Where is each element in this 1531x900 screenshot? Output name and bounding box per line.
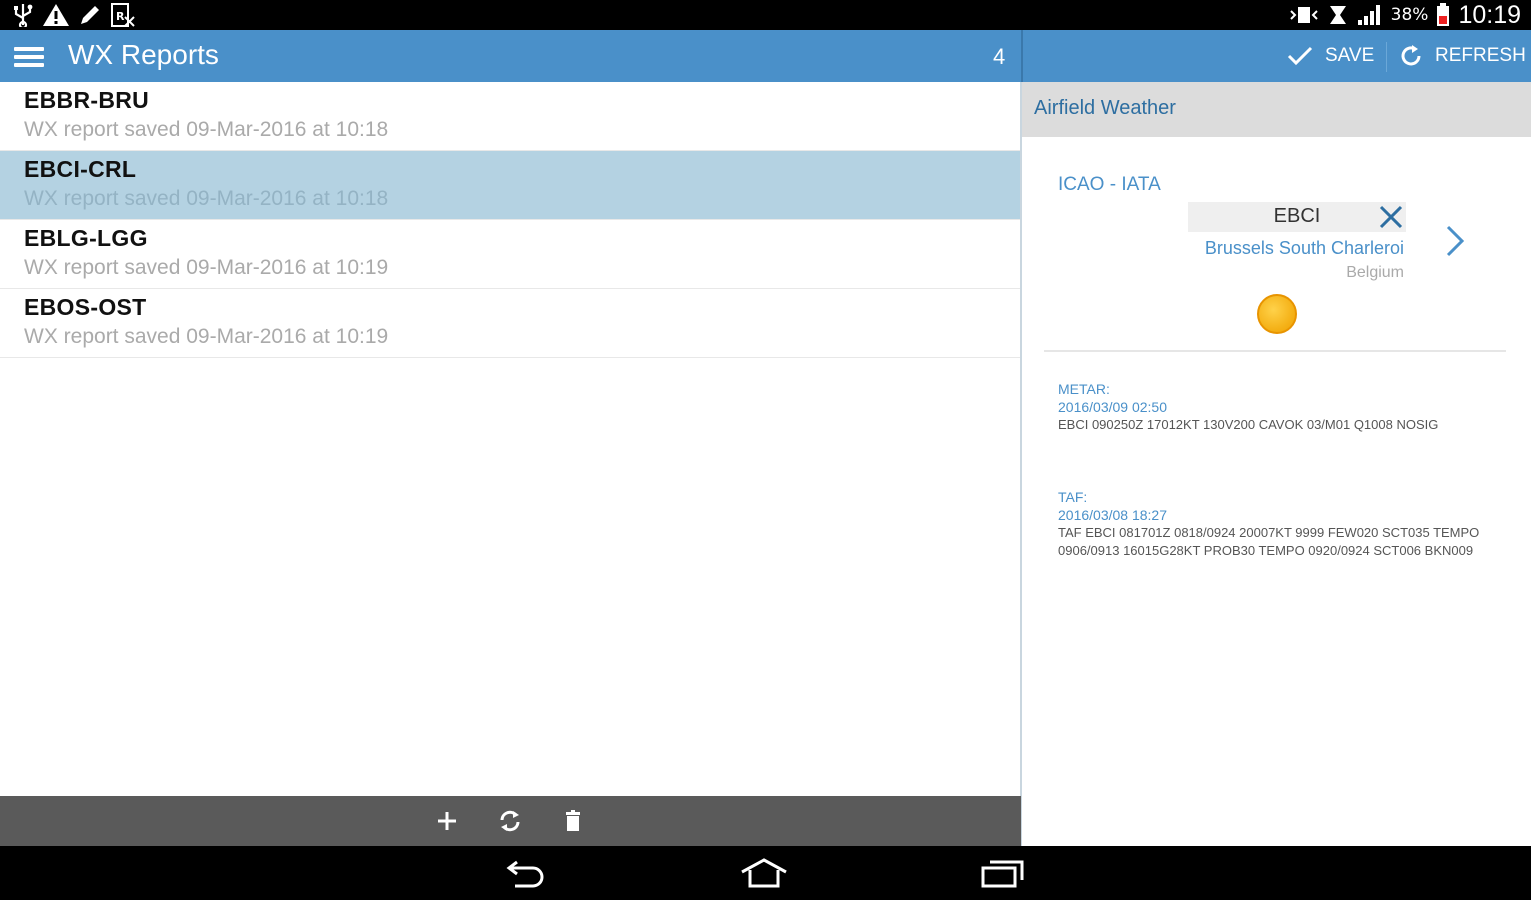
section-header: Airfield Weather <box>1022 82 1531 137</box>
section-title: Airfield Weather <box>1034 97 1176 119</box>
taf-text: TAF EBCI 081701Z 0818/0924 20007KT 9999 … <box>1058 525 1480 558</box>
report-code: EBBR-BRU <box>24 87 150 113</box>
list-item[interactable]: EBOS-OST WX report saved 09-Mar-2016 at … <box>0 289 1021 358</box>
report-list-pane: EBBR-BRU WX report saved 09-Mar-2016 at … <box>0 82 1021 796</box>
taf-block: TAF: 2016/03/08 18:27 TAF EBCI 081701Z 0… <box>1058 488 1508 560</box>
airport-country: Belgium <box>1346 264 1404 281</box>
metar-label: METAR: <box>1058 381 1110 397</box>
action-bar-divider <box>1021 30 1023 82</box>
icao-value: EBCI <box>1273 205 1321 227</box>
home-icon[interactable] <box>740 858 788 888</box>
metar-text: EBCI 090250Z 17012KT 130V200 CAVOK 03/M0… <box>1058 417 1439 432</box>
report-code: EBLG-LGG <box>24 225 148 251</box>
status-bar: R 38% 10:19 <box>0 0 1531 30</box>
back-icon[interactable] <box>503 858 547 888</box>
vibrate-icon <box>1289 7 1318 23</box>
chevron-right-icon[interactable] <box>1442 224 1470 258</box>
list-item-selected[interactable]: EBCI-CRL WX report saved 09-Mar-2016 at … <box>0 151 1021 220</box>
add-icon <box>438 812 456 830</box>
report-subtitle: WX report saved 09-Mar-2016 at 10:18 <box>24 187 389 210</box>
icao-field[interactable]: EBCI <box>1188 202 1406 232</box>
refresh-button[interactable]: REFRESH <box>1399 30 1526 82</box>
delete-button[interactable] <box>558 806 588 836</box>
bottom-toolbar <box>0 796 1021 846</box>
report-list: EBBR-BRU WX report saved 09-Mar-2016 at … <box>0 82 1021 358</box>
refresh-label: REFRESH <box>1435 45 1526 66</box>
report-subtitle: WX report saved 09-Mar-2016 at 10:19 <box>24 256 389 279</box>
report-code: EBCI-CRL <box>24 156 137 182</box>
system-indicators: 38% 10:19 <box>1289 0 1521 30</box>
sun-icon <box>1257 294 1297 334</box>
svg-text:R: R <box>116 10 125 23</box>
list-item[interactable]: EBLG-LGG WX report saved 09-Mar-2016 at … <box>0 220 1021 289</box>
clear-icon[interactable] <box>1378 204 1404 230</box>
trash-icon <box>566 810 580 831</box>
prescription-icon: R <box>111 3 135 27</box>
divider <box>1044 350 1506 352</box>
sync-icon <box>500 810 520 832</box>
signal-icon <box>1357 5 1380 25</box>
icao-iata-label: ICAO - IATA <box>1058 174 1161 195</box>
usb-icon <box>14 4 33 27</box>
checkmark-icon <box>1287 46 1313 66</box>
detail-pane: Airfield Weather ICAO - IATA EBCI Brusse… <box>1022 82 1531 846</box>
report-subtitle: WX report saved 09-Mar-2016 at 10:18 <box>24 118 389 141</box>
alarm-icon <box>1329 6 1346 24</box>
page-title: WX Reports <box>68 39 219 70</box>
report-subtitle: WX report saved 09-Mar-2016 at 10:19 <box>24 325 389 348</box>
airport-name: Brussels South Charleroi <box>1204 238 1404 258</box>
pen-icon <box>81 6 99 24</box>
metar-block: METAR: 2016/03/09 02:50 EBCI 090250Z 170… <box>1058 380 1508 434</box>
save-label: SAVE <box>1325 45 1375 66</box>
report-count: 4 <box>993 44 1006 69</box>
refresh-icon <box>1401 45 1421 66</box>
action-separator <box>1386 42 1387 72</box>
navigation-bar <box>0 846 1531 900</box>
action-bar: WX Reports 4 SAVE REFRESH <box>0 30 1531 82</box>
battery-icon <box>1437 3 1450 26</box>
taf-label: TAF: <box>1058 489 1088 505</box>
notification-icons: R <box>12 3 136 27</box>
warning-icon <box>43 4 69 26</box>
sync-button[interactable] <box>495 806 525 836</box>
recent-apps-icon[interactable] <box>980 858 1026 888</box>
save-button[interactable]: SAVE <box>1287 30 1374 82</box>
taf-date: 2016/03/08 18:27 <box>1058 507 1167 523</box>
list-item[interactable]: EBBR-BRU WX report saved 09-Mar-2016 at … <box>0 82 1021 151</box>
report-code: EBOS-OST <box>24 294 147 320</box>
battery-percent: 38% <box>1390 5 1429 25</box>
clock: 10:19 <box>1458 0 1521 29</box>
add-button[interactable] <box>432 806 462 836</box>
hamburger-menu-icon[interactable] <box>14 45 46 69</box>
metar-date: 2016/03/09 02:50 <box>1058 399 1167 415</box>
